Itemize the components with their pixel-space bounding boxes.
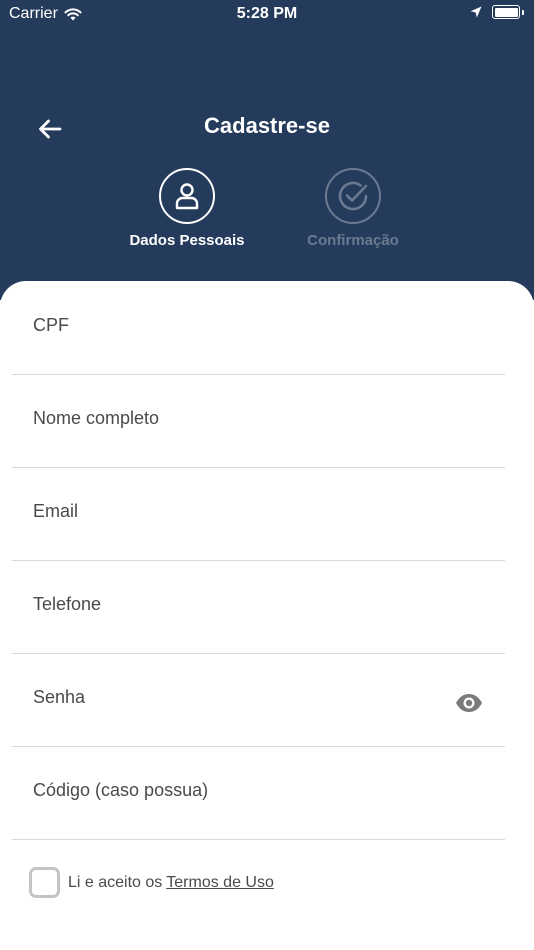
password-field	[12, 653, 505, 747]
terms-row: Li e aceito os Termos de Uso	[29, 867, 274, 898]
code-input[interactable]	[33, 780, 433, 801]
phone-input[interactable]	[33, 594, 433, 615]
form-sheet	[0, 281, 534, 950]
user-icon	[175, 183, 199, 210]
code-field	[12, 746, 505, 840]
phone-field	[12, 560, 505, 654]
terms-checkbox[interactable]	[29, 867, 60, 898]
step-circle-inactive	[325, 168, 381, 224]
step-circle-active	[159, 168, 215, 224]
full-name-input[interactable]	[33, 408, 433, 429]
check-circle-icon	[338, 181, 368, 211]
battery-icon	[492, 5, 520, 19]
battery-tip	[522, 9, 524, 15]
password-input[interactable]	[33, 687, 433, 708]
page-title: Cadastre-se	[204, 113, 330, 138]
status-bar: Carrier 5:28 PM	[0, 0, 534, 28]
cpf-input[interactable]	[33, 315, 433, 336]
terms-text: Li e aceito os	[68, 873, 163, 891]
step-personal-data[interactable]: Dados Pessoais	[107, 168, 267, 249]
terms-link[interactable]: Termos de Uso	[166, 874, 274, 892]
full-name-field	[12, 374, 505, 468]
location-arrow-icon	[470, 6, 482, 18]
header: Carrier 5:28 PM Cadastre-se Dados Pessoa…	[0, 0, 534, 300]
status-indicators	[470, 5, 524, 19]
step-confirmation[interactable]: Confirmação	[273, 168, 433, 249]
cpf-field	[12, 281, 505, 375]
email-input[interactable]	[33, 501, 433, 522]
email-field	[12, 467, 505, 561]
status-time: 5:28 PM	[236, 5, 298, 22]
eye-icon[interactable]	[455, 692, 483, 714]
step-label-confirmation: Confirmação	[307, 232, 399, 249]
step-label-personal-data: Dados Pessoais	[129, 232, 245, 249]
